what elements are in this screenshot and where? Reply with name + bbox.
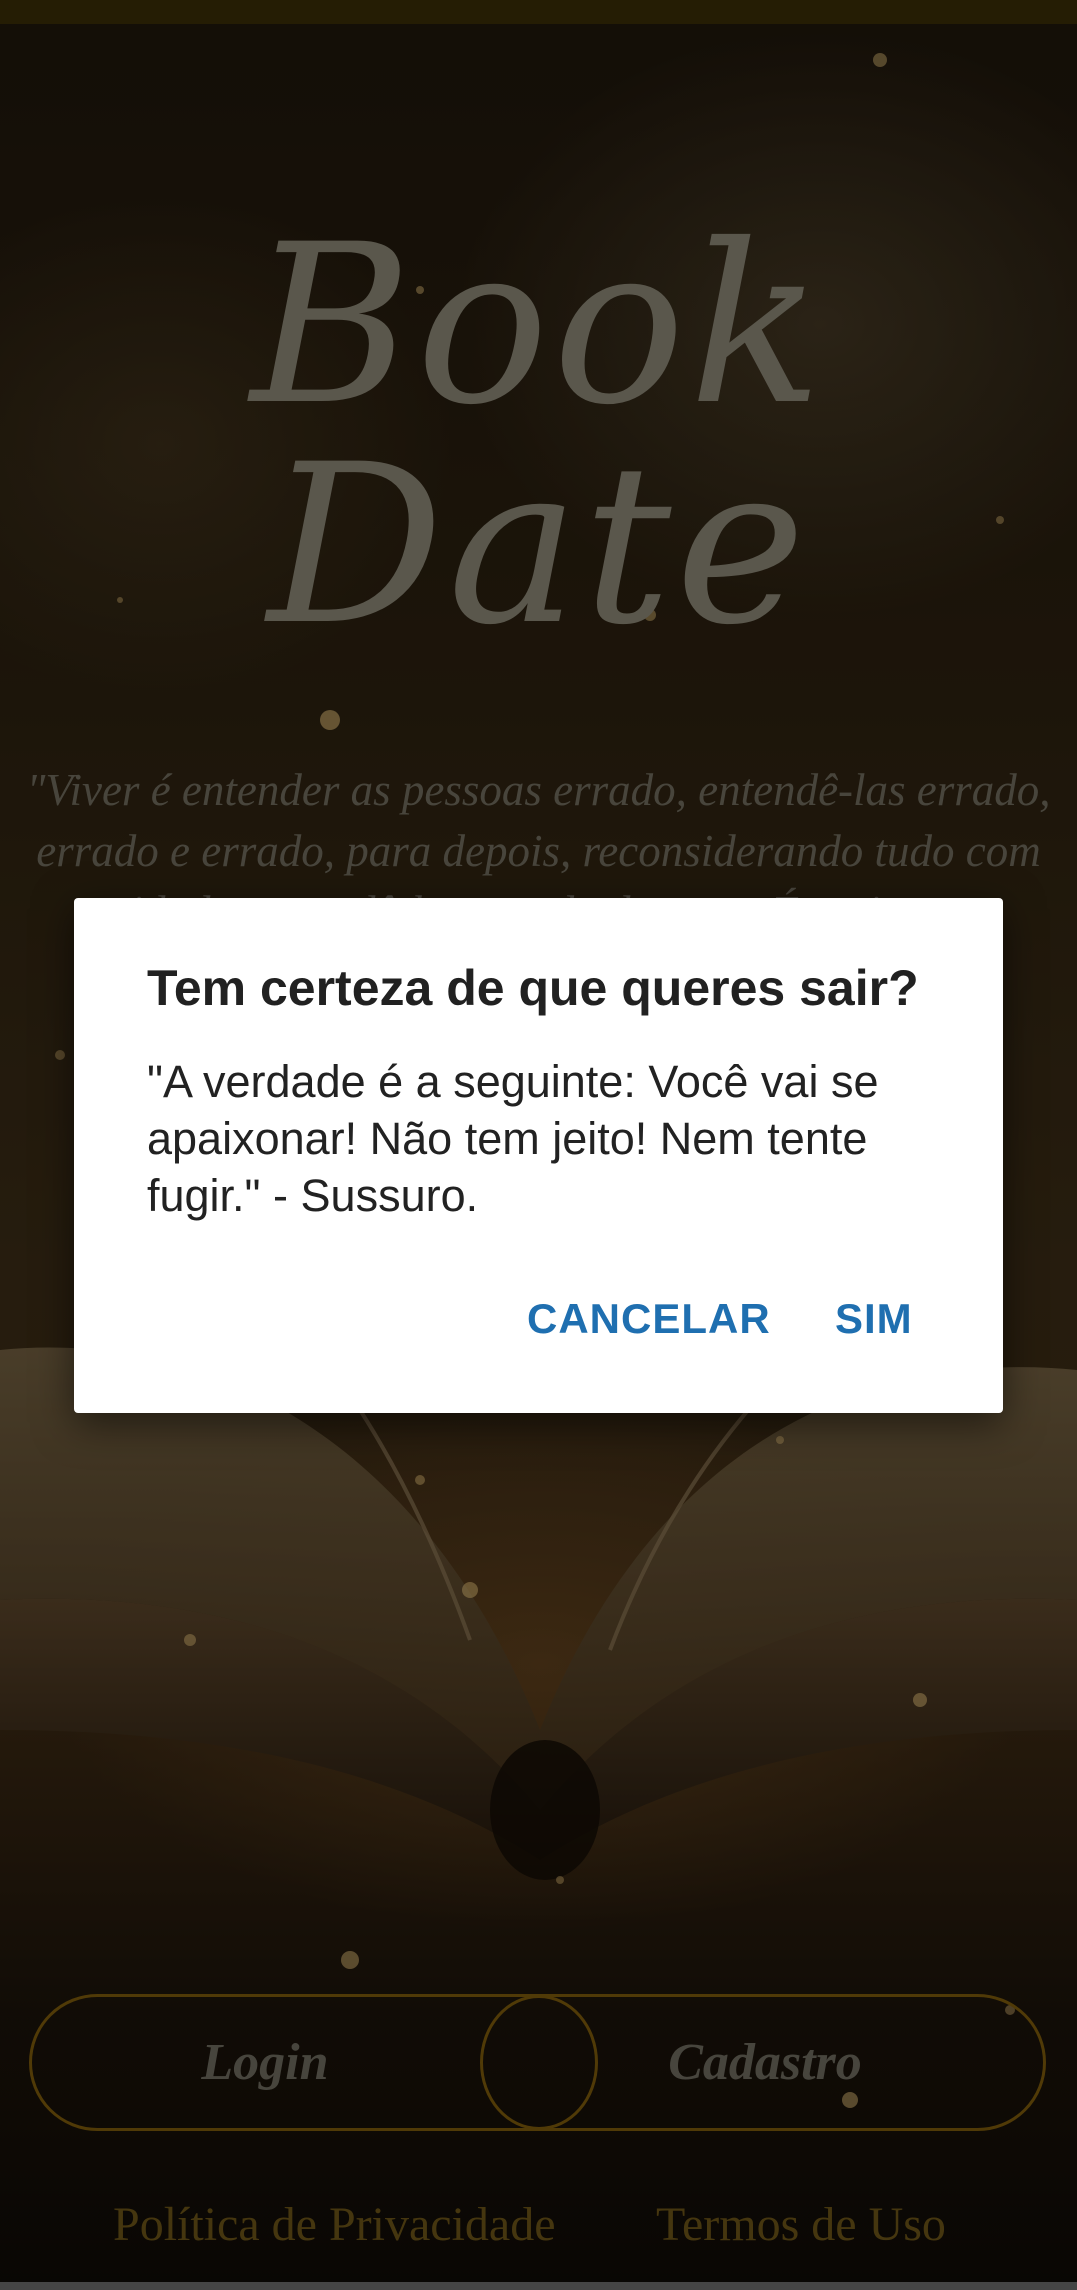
confirm-button[interactable]: SIM: [835, 1291, 913, 1347]
exit-confirmation-screen: Book Date "Viver é entender as pessoas e…: [0, 0, 1077, 2290]
cancel-button[interactable]: CANCELAR: [527, 1291, 771, 1347]
dialog-title: Tem certeza de que queres sair?: [147, 960, 919, 1016]
dialog-message: "A verdade é a seguinte: Você vai se apa…: [147, 1056, 879, 1221]
exit-dialog: Tem certeza de que queres sair? "A verda…: [74, 898, 1003, 1413]
